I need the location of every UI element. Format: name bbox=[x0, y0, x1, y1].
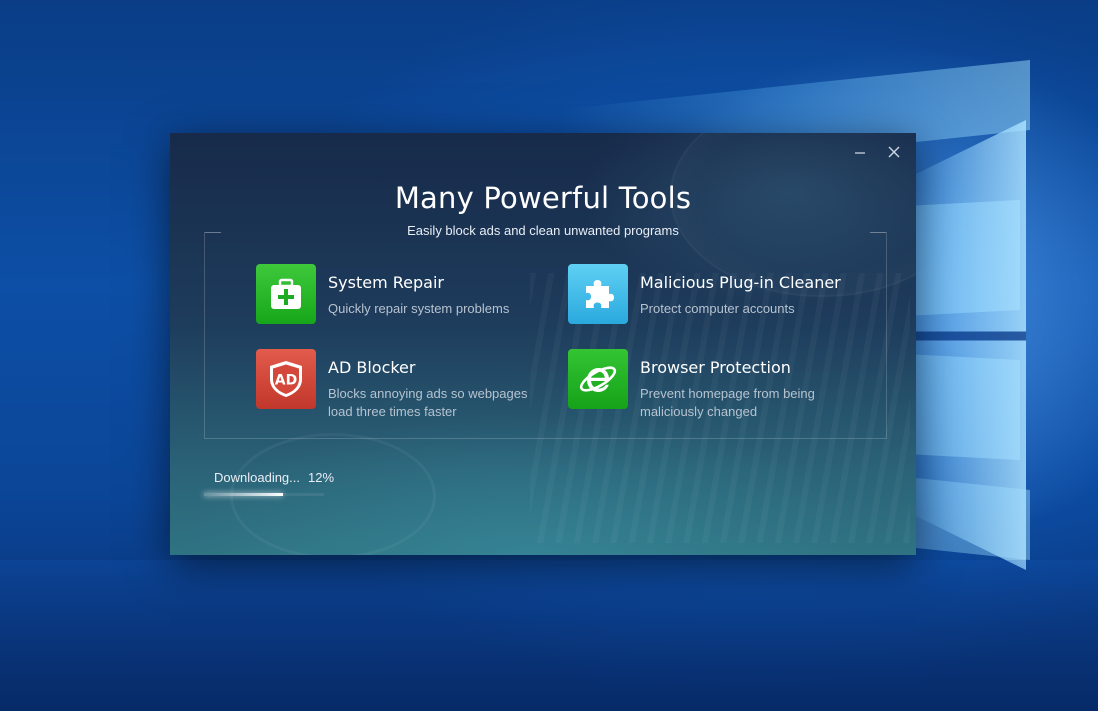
feature-browser-protection: Browser Protection Prevent homepage from… bbox=[568, 349, 850, 421]
progress-status-text: Downloading... bbox=[214, 470, 300, 485]
close-button[interactable] bbox=[880, 141, 908, 163]
puzzle-piece-icon bbox=[568, 264, 628, 324]
feature-plugin-cleaner: Malicious Plug-in Cleaner Protect comput… bbox=[568, 264, 850, 324]
windows-logo-icon bbox=[916, 120, 1026, 570]
desktop-floor-glow bbox=[0, 560, 1098, 711]
first-aid-kit-icon bbox=[256, 264, 316, 324]
installer-dialog: Many Powerful Tools Easily block ads and… bbox=[170, 133, 916, 555]
feature-description: Blocks annoying ads so webpages load thr… bbox=[328, 386, 528, 419]
dialog-title: Many Powerful Tools bbox=[394, 181, 692, 215]
feature-title: Malicious Plug-in Cleaner bbox=[640, 273, 841, 292]
feature-description: Prevent homepage from being maliciously … bbox=[640, 386, 815, 419]
progress-percent-text: 12% bbox=[308, 470, 335, 485]
download-progress: Downloading... 12% bbox=[204, 470, 334, 496]
progress-bar-fill bbox=[204, 493, 284, 496]
progress-bar-track bbox=[204, 493, 324, 496]
feature-system-repair: System Repair Quickly repair system prob… bbox=[256, 264, 538, 324]
feature-title: Browser Protection bbox=[640, 358, 791, 377]
window-controls bbox=[846, 141, 908, 163]
ad-shield-icon: AD bbox=[256, 349, 316, 409]
feature-description: Protect computer accounts bbox=[640, 301, 795, 316]
feature-title: AD Blocker bbox=[328, 358, 416, 377]
desktop-background: Many Powerful Tools Easily block ads and… bbox=[0, 0, 1098, 711]
ad-icon-text: AD bbox=[275, 373, 297, 389]
minimize-icon bbox=[855, 152, 865, 154]
feature-title: System Repair bbox=[328, 273, 444, 292]
minimize-button[interactable] bbox=[846, 141, 874, 163]
feature-description: Quickly repair system problems bbox=[328, 301, 510, 316]
internet-explorer-icon bbox=[568, 349, 628, 409]
close-icon bbox=[888, 146, 900, 158]
feature-ad-blocker: AD AD Blocker Blocks annoying ads so web… bbox=[256, 349, 538, 421]
